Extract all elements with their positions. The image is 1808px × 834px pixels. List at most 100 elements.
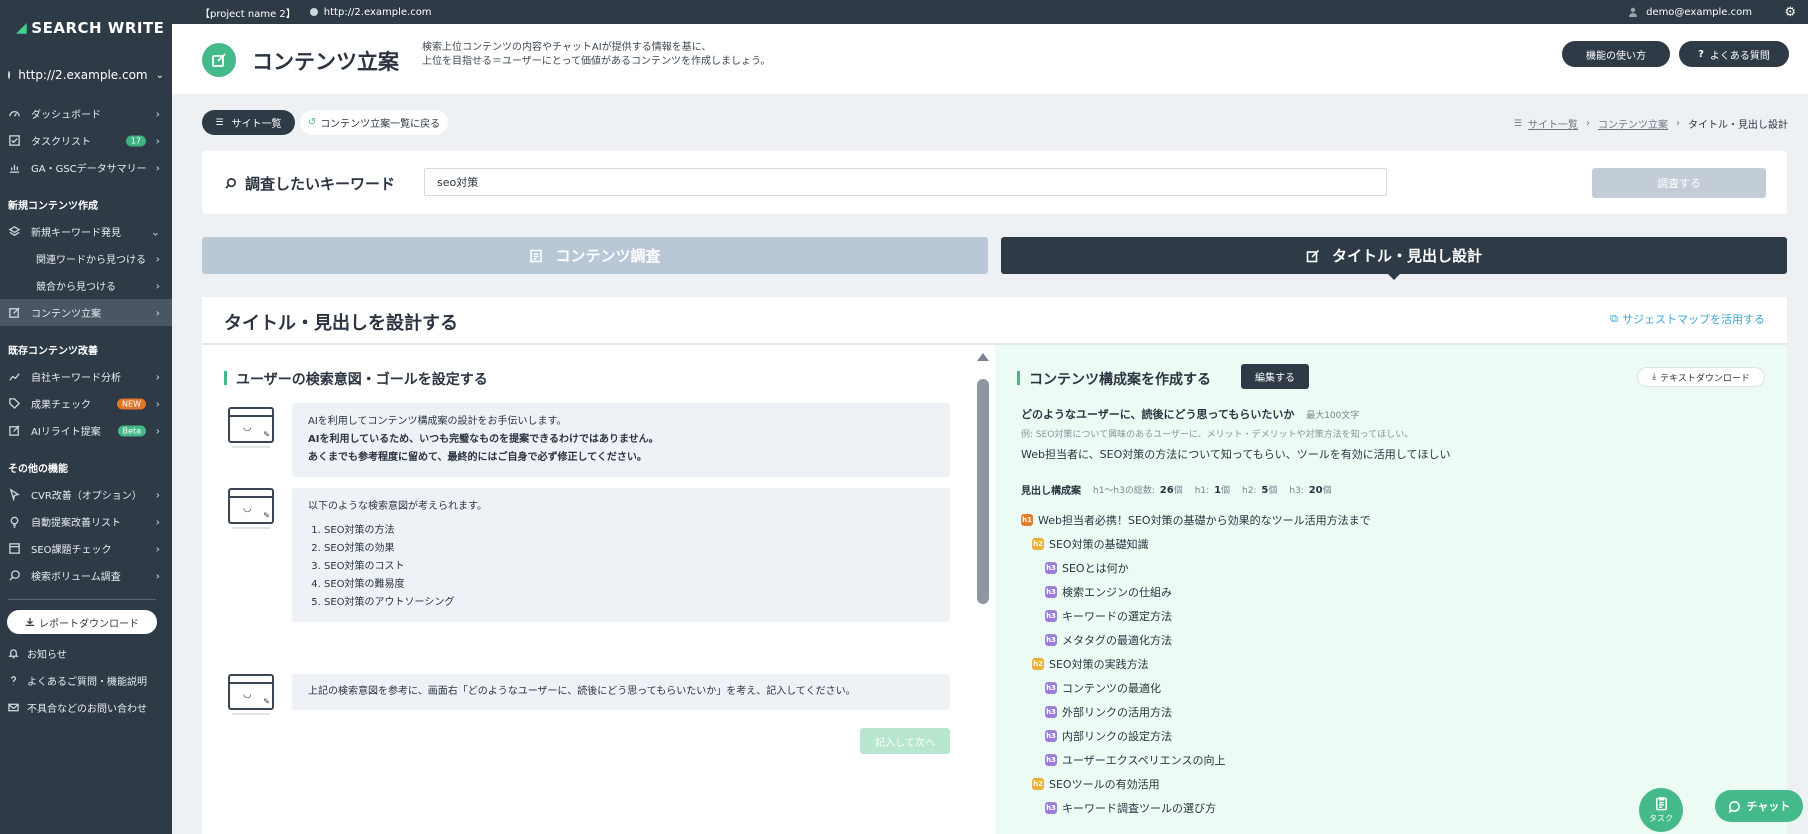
chevron-right-icon: › — [155, 542, 160, 555]
site-selector[interactable]: http://2.example.com ⌄ — [0, 58, 172, 92]
scrollbar[interactable] — [977, 353, 989, 834]
sidebar-item-contact[interactable]: 不具合などのお問い合わせ — [0, 694, 172, 721]
target-reader-question: どのようなユーザーに、読後にどう思ってもらいたいか 最大100文字 — [1021, 406, 1359, 422]
keyword-label: 調査したいキーワード — [224, 173, 395, 194]
globe-icon — [309, 8, 318, 16]
ai-face-icon: ◡ — [243, 503, 252, 514]
investigate-button[interactable]: 調査する — [1592, 168, 1766, 198]
search-intent-column: ユーザーの検索意図・ゴールを設定する ◡ ✎ AIを利用してコンテンツ構成案の設計… — [202, 345, 995, 834]
scrollbar-thumb[interactable] — [977, 379, 989, 604]
sidebar-item-search-volume[interactable]: 検索ボリューム調査 › — [0, 562, 172, 589]
brand-logo[interactable]: ◢ SEARCH WRITE — [0, 0, 172, 56]
sidebar-item-seo-check[interactable]: SEO課題チェック › — [0, 535, 172, 562]
outline-item-text: ユーザーエクスペリエンスの向上 — [1062, 754, 1226, 767]
fill-and-next-button[interactable]: 記入して次へ — [860, 728, 950, 754]
stat-unit: 個 — [1173, 486, 1183, 496]
sidebar-item-tasklist[interactable]: タスクリスト 17 › — [0, 127, 172, 154]
sidebar-item-results-check[interactable]: 成果チェック NEW › — [0, 390, 172, 417]
suggest-map-label: サジェストマップを活用する — [1622, 313, 1765, 326]
outline-item-h3: h3 コンテンツの最適化 — [1021, 676, 1761, 700]
edit-icon — [8, 306, 21, 319]
chat-label: チャット — [1746, 800, 1791, 813]
trend-icon — [8, 370, 21, 383]
chevron-right-icon: › — [155, 107, 160, 120]
tab-content-research[interactable]: コンテンツ調査 — [202, 237, 988, 274]
h2-badge-icon: h2 — [1032, 778, 1044, 790]
outline-item-h3: h3 外部リンクの活用方法 — [1021, 700, 1761, 724]
chevron-right-icon: › — [155, 306, 160, 319]
report-download-button[interactable]: レポートダウンロード — [7, 610, 157, 634]
stat-value: 1 — [1214, 485, 1222, 496]
text-download-button[interactable]: ⤓ テキストダウンロード — [1637, 367, 1765, 387]
globe-icon — [8, 71, 11, 79]
sidebar-item-new-keyword[interactable]: 新規キーワード発見 ⌄ — [0, 218, 172, 245]
outline-item-h3: h3 キーワードの選定方法 — [1021, 604, 1761, 628]
outline-item-text: コンテンツの最適化 — [1062, 682, 1161, 695]
keyword-label-text: 調査したいキーワード — [245, 175, 396, 193]
sidebar-item-related-words[interactable]: 関連ワードから見つける › — [0, 245, 172, 272]
gear-icon[interactable]: ⚙ — [1784, 5, 1796, 20]
sidebar-item-content-planning[interactable]: コンテンツ立案 › — [0, 299, 172, 326]
outline-item-h3: h3 内部リンクの設定方法 — [1021, 724, 1761, 748]
outline-item-h2: h2 SEO対策の実践方法 — [1021, 652, 1761, 676]
sidebar-item-label: 自社キーワード分析 — [31, 373, 121, 384]
outline-item-h3: h3 メタタグの最適化方法 — [1021, 628, 1761, 652]
section-existing-content: 既存コンテンツ改善 — [8, 346, 98, 357]
sidebar-item-ai-rewrite[interactable]: AIリライト提案 Beta › — [0, 417, 172, 444]
ai-avatar-icon: ◡ ✎ — [228, 674, 274, 710]
outline-item-h3: h3 検索エンジンの仕組み — [1021, 580, 1761, 604]
sidebar-item-dashboard[interactable]: ダッシュボード › — [0, 100, 172, 127]
mail-icon — [8, 703, 19, 712]
breadcrumb-content-planning[interactable]: コンテンツ立案 — [1598, 116, 1668, 131]
sidebar-item-own-keyword[interactable]: 自社キーワード分析 › — [0, 363, 172, 390]
user-menu[interactable]: demo@example.com — [1628, 7, 1752, 18]
page-header: コンテンツ立案 検索上位コンテンツの内容やチャットAIが提供する情報を基に、 上… — [172, 24, 1808, 94]
sidebar-item-cvr[interactable]: CVR改善（オプション） › — [0, 481, 172, 508]
breadcrumb-site-list[interactable]: サイト一覧 — [1528, 116, 1578, 131]
keyword-input[interactable]: seo対策 — [424, 168, 1387, 196]
chevron-right-icon: › — [155, 569, 160, 582]
ai-avatar-shadow — [232, 446, 270, 448]
sidebar-item-news[interactable]: お知らせ — [0, 640, 172, 667]
outline-stat-h3: h3: 20個 — [1289, 483, 1331, 496]
suggest-map-link[interactable]: ⧉ サジェストマップを活用する — [1610, 311, 1765, 327]
outline-item-h2: h2 SEO対策の基礎知識 — [1021, 532, 1761, 556]
outline-item-text: 外部リンクの活用方法 — [1062, 706, 1172, 719]
undo-icon: ↺ — [307, 117, 317, 128]
question-text: どのようなユーザーに、読後にどう思ってもらいたいか — [1021, 408, 1295, 421]
sidebar-item-auto-suggest[interactable]: 自動提案改善リスト › — [0, 508, 172, 535]
faq-button[interactable]: ? よくある質問 — [1679, 41, 1789, 67]
sidebar-item-faq[interactable]: よくあるご質問・機能説明 — [0, 667, 172, 694]
list-item: SEO対策の難易度 — [324, 576, 934, 594]
faq-label: よくある質問 — [1709, 50, 1770, 62]
h3-badge-icon: h3 — [1045, 730, 1057, 742]
tab-title-heading-design[interactable]: タイトル・見出し設計 — [1001, 237, 1787, 274]
h3-badge-icon: h3 — [1045, 634, 1057, 646]
project-url-text: http://2.example.com — [323, 6, 432, 18]
scroll-up-icon[interactable] — [977, 353, 989, 361]
sidebar-item-ga-gsc[interactable]: GA・GSCデータサマリー › — [0, 154, 172, 181]
question-answer[interactable]: Web担当者に、SEO対策の方法について知ってもらい、ツールを有効に活用してほし… — [1021, 446, 1450, 462]
back-to-list-button[interactable]: ↺ コンテンツ立案一覧に戻る — [300, 110, 448, 135]
site-list-button[interactable]: ☰ サイト一覧 — [202, 110, 295, 135]
question-icon: ? — [1698, 48, 1704, 60]
sidebar-item-competitors[interactable]: 競合から見つける › — [0, 272, 172, 299]
list-item: SEO対策のコスト — [324, 558, 934, 576]
content-outline-column: コンテンツ構成案を作成する 編集する ⤓ テキストダウンロード どのようなユーザ… — [995, 345, 1787, 834]
task-fab-button[interactable]: タスク — [1639, 788, 1683, 832]
howto-button[interactable]: 機能の使い方 — [1562, 41, 1670, 67]
edit-button[interactable]: 編集する — [1241, 364, 1309, 389]
window-icon — [8, 542, 21, 555]
chat-button[interactable]: チャット — [1715, 790, 1803, 822]
outline-item-text: キーワードの選定方法 — [1062, 610, 1172, 623]
page-description-line: 上位を目指せる＝ユーザーにとって価値があるコンテンツを作成しましょう。 — [422, 56, 771, 67]
list-icon: ☰ — [1513, 118, 1522, 129]
checklist-icon — [8, 134, 21, 147]
project-url[interactable]: http://2.example.com — [309, 6, 432, 18]
project-name[interactable]: 【project name 2】 — [172, 5, 296, 20]
search-intent-list: SEO対策の方法 SEO対策の効果 SEO対策のコスト SEO対策の難易度 SE… — [308, 522, 934, 612]
layers-icon — [8, 225, 21, 238]
stat-unit: 個 — [1322, 486, 1332, 496]
outline-item-text: メタタグの最適化方法 — [1062, 634, 1172, 647]
breadcrumb: ☰ サイト一覧 › コンテンツ立案 › タイトル・見出し設計 — [1514, 116, 1788, 131]
